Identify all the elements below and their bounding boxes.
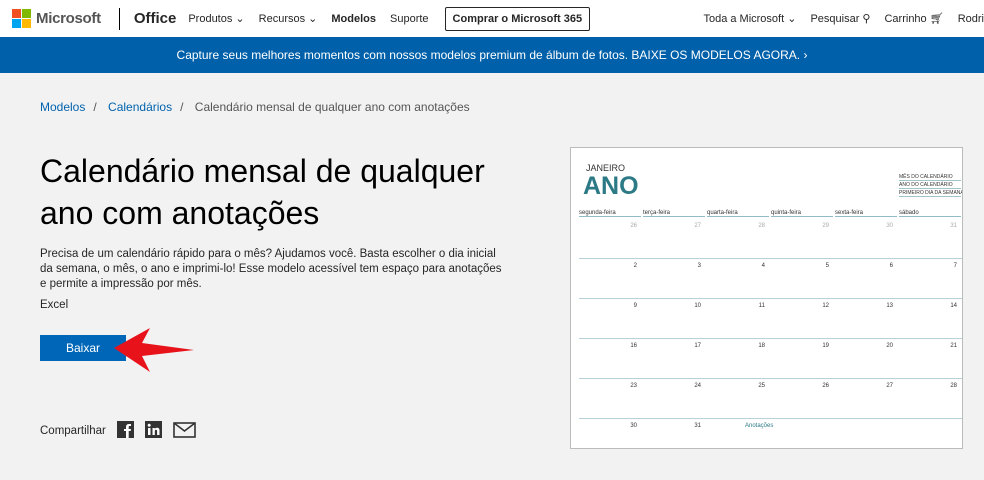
divider [118,7,120,30]
day-number: 13 [886,303,893,309]
day-number: 5 [825,263,829,269]
day-number: 19 [822,343,829,349]
cart-icon: 🛒︎ [929,13,944,25]
day-number: 7 [953,263,957,269]
office-link[interactable]: Office [134,10,177,27]
day-number: 28 [758,223,765,229]
cart-button[interactable]: Carrinho 🛒︎ [884,12,943,25]
notes-label: Anotações [745,423,774,429]
day-number: 24 [694,383,701,389]
day-number: 27 [694,223,701,229]
week-row-line [579,418,962,419]
day-number: 2 [633,263,637,269]
day-number: 26 [822,383,829,389]
breadcrumb: Modelos / Calendários / Calendário mensal … [40,100,470,114]
linkedin-icon[interactable] [145,421,162,438]
search-icon: ⚲ [862,13,871,25]
day-number: 23 [630,383,637,389]
search-label: Pesquisar [810,13,860,25]
nav-suporte[interactable]: Suporte [390,13,429,25]
top-nav: Microsoft Office Produtos ⌄ Recursos ⌄ M… [0,0,984,37]
week-row-line [579,378,962,379]
microsoft-logo[interactable]: Microsoft [12,9,101,28]
brand-name: Microsoft [36,10,101,27]
template-description: Precisa de um calendário rápido para o m… [40,248,502,290]
day-number: 25 [758,383,765,389]
preview-meta-firstday: PRIMEIRO DIA DA SEMANA [899,190,963,197]
preview-year: ANO [583,172,639,200]
template-preview[interactable]: JANEIRO ANO MÊS DO CALENDÁRIO ANO DO CAL… [570,147,963,449]
day-number: 30 [886,223,893,229]
day-number: 4 [761,263,765,269]
banner-text: Capture seus melhores momentos com nosso… [176,48,808,62]
day-number: 16 [630,343,637,349]
breadcrumb-current: Calendário mensal de qualquer ano com an… [194,100,470,114]
weekday-header: segunda-feira [579,210,641,217]
cart-label: Carrinho [884,13,927,25]
day-number: 6 [889,263,893,269]
preview-meta-month: MÊS DO CALENDÁRIO [899,174,961,181]
breadcrumb-calendarios[interactable]: Calendários [108,100,172,114]
day-number: 29 [822,223,829,229]
day-number: 3 [697,263,701,269]
day-number: 12 [822,303,829,309]
day-number: 31 [694,423,701,429]
breadcrumb-modelos[interactable]: Modelos [40,100,85,114]
day-number: 27 [886,383,893,389]
day-number: 20 [886,343,893,349]
promo-banner[interactable]: Capture seus melhores momentos com nosso… [0,37,984,73]
search-button[interactable]: Pesquisar ⚲ [810,12,870,25]
day-number: 21 [950,343,957,349]
weekday-header: quinta-feira [771,210,833,217]
day-number: 9 [633,303,637,309]
preview-meta-year: ANO DO CALENDÁRIO [899,182,961,189]
facebook-icon[interactable] [117,421,134,438]
file-type: Excel [40,299,69,311]
all-microsoft-menu[interactable]: Toda a Microsoft ⌄ [703,12,796,25]
day-number: 11 [758,303,765,309]
nav-produtos[interactable]: Produtos ⌄ [188,12,244,25]
user-account[interactable]: Rodri [958,13,984,25]
day-number: 14 [950,303,957,309]
share-label: Compartilhar [40,425,106,437]
microsoft-logo-icon [12,9,31,28]
day-number: 17 [694,343,701,349]
week-row-line [579,298,962,299]
day-number: 18 [758,343,765,349]
red-arrow-annotation [114,328,194,372]
nav-recursos[interactable]: Recursos ⌄ [259,12,318,25]
week-row-line [579,338,962,339]
email-icon[interactable] [173,421,196,438]
weekday-header: sexta-feira [835,210,897,217]
page-title: Calendário mensal de qualquer ano com an… [40,153,485,231]
nav-modelos[interactable]: Modelos [331,13,376,25]
weekday-header: quarta-feira [707,210,769,217]
day-number: 28 [950,383,957,389]
day-number: 26 [630,223,637,229]
day-number: 10 [694,303,701,309]
day-number: 30 [630,423,637,429]
weekday-header: terça-feira [643,210,705,217]
day-number: 31 [950,223,957,229]
week-row-line [579,258,962,259]
buy-microsoft-365-button[interactable]: Comprar o Microsoft 365 [444,6,591,31]
weekday-header: sábado [899,210,961,217]
